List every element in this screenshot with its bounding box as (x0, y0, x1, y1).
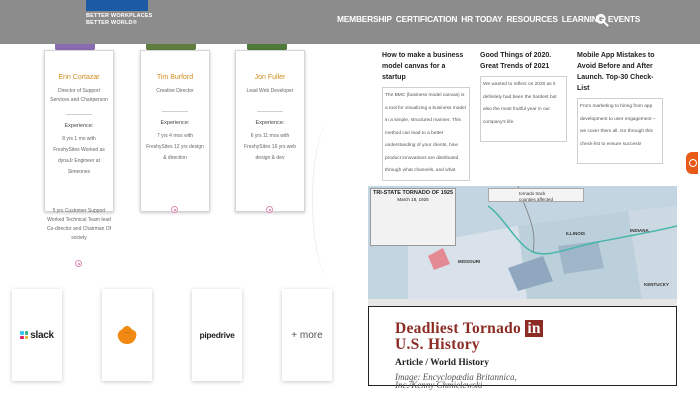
profile-divider (162, 111, 188, 112)
logo-mark (86, 0, 148, 11)
pipedrive-wordmark: pipedrive (199, 330, 235, 340)
tornado-map-image[interactable]: TRI-STATE TORNADO OF 1925 March 18, 1925… (368, 186, 677, 306)
partner-tile-slack[interactable]: slack (12, 289, 62, 381)
legend-counties-affected: counties affected (519, 197, 553, 202)
blog-card-trends[interactable]: Good Things of 2020. Great Trends of 202… (480, 50, 567, 142)
profile-divider (257, 111, 283, 112)
profile-experience-label: Experience: (255, 120, 285, 126)
article-title-part1: Deadliest Tornado (395, 320, 522, 337)
search-icon[interactable] (595, 13, 609, 27)
blog-card-title[interactable]: Mobile App Mistakes to Avoid Before and … (577, 50, 663, 94)
logo-tagline-2: BETTER WORLD® (86, 20, 137, 26)
map-table-subtitle: March 18, 1925 (397, 197, 429, 202)
map-caption-bar (368, 299, 677, 306)
orange-blob-icon (117, 326, 137, 344)
nav-certification[interactable]: CERTIFICATION (396, 14, 458, 24)
profile-role: Lead Web Developer (246, 88, 294, 94)
blog-card-title[interactable]: Good Things of 2020. Great Trends of 202… (480, 50, 567, 72)
map-table-title: TRI-STATE TORNADO OF 1925 (372, 190, 454, 196)
blog-card-bmc[interactable]: How to make a business model canvas for … (382, 50, 470, 181)
article-title-part2: U.S. History (395, 336, 480, 353)
article-credit-line2: Inc./Kenny Chmielewski (395, 380, 483, 390)
profile-name: Tim Burford (156, 74, 194, 81)
profile-card-jon[interactable]: Jon Fuller Lead Web Developer Experience… (235, 50, 305, 212)
profile-experience: 7 yrs 4 mos with FreshySites 12 yrs desi… (146, 133, 204, 161)
profile-experience: 6 yrs 11 mos with FreshySites 16 yrs web… (244, 133, 296, 161)
profile-experience-label: Experience: (64, 123, 94, 129)
map-state-illinois: ILLINOIS (566, 231, 585, 236)
profile-expand-dot[interactable] (171, 206, 178, 213)
profile-experience: 8 yrs 1 mo with FreshySites Worked as dy… (53, 136, 105, 175)
nav-resources[interactable]: RESOURCES (506, 14, 557, 24)
site-header: BETTER WORKPLACES BETTER WORLD® MEMBERSH… (0, 0, 700, 44)
nav-hr-today[interactable]: HR TODAY (461, 14, 502, 24)
nav-membership[interactable]: MEMBERSHIP (337, 14, 392, 24)
profile-experience-label: Experience: (160, 120, 190, 126)
partner-tile-pipedrive[interactable]: pipedrive (192, 289, 242, 381)
article-title-in: in (525, 320, 543, 337)
map-legend: tornado track counties affected (488, 188, 584, 202)
map-state-kentucky: KENTUCKY (644, 282, 670, 287)
blog-card-excerpt: From marketing to hiring from app develo… (577, 98, 663, 164)
article-title: Deadliest Tornado in U.S. History (395, 320, 543, 353)
logo-tagline-1: BETTER WORKPLACES (86, 13, 153, 19)
blog-card-title[interactable]: How to make a business model canvas for … (382, 50, 470, 83)
map-state-missouri: MISSOURI (458, 259, 481, 264)
more-label: + more (291, 329, 323, 341)
profile-role: Creative Director (156, 88, 194, 94)
article-category: Article / World History (395, 358, 490, 368)
partner-tile-orange[interactable] (102, 289, 152, 381)
article-card[interactable]: Deadliest Tornado in U.S. History Articl… (368, 306, 677, 390)
profile-divider (66, 114, 92, 115)
slack-icon (20, 331, 29, 339)
slack-wordmark: slack (30, 329, 54, 341)
article-credit: Image: Encyclopædia Britannica, Inc./Ken… (395, 373, 517, 390)
nav-events[interactable]: EVENTS (608, 14, 641, 24)
decorative-curve (312, 120, 352, 280)
profile-card-tim[interactable]: Tim Burford Creative Director Experience… (140, 50, 210, 212)
feedback-fab[interactable] (686, 152, 698, 174)
profile-experience-overflow: 5 yrs Customer Support Worked Technical … (46, 208, 112, 241)
blog-card-excerpt: The BMC (business model canvas) is a too… (382, 87, 470, 181)
blog-card-excerpt: We wanted to reflect on 2020 as it defin… (480, 76, 567, 142)
partner-tile-more[interactable]: + more (282, 289, 332, 381)
profile-expand-dot[interactable] (266, 206, 273, 213)
blog-card-mobile[interactable]: Mobile App Mistakes to Avoid Before and … (577, 50, 663, 164)
profile-role: Director of Support Services and Chairpe… (50, 88, 108, 103)
map-state-indiana: INDIANA (630, 228, 649, 233)
map-data-table: TRI-STATE TORNADO OF 1925 March 18, 1925 (370, 188, 456, 246)
profile-name: Erin Cortazar (58, 74, 100, 81)
shrm-logo[interactable]: BETTER WORKPLACES BETTER WORLD® (86, 0, 152, 32)
legend-tornado-track: tornado track (519, 191, 546, 196)
profile-expand-dot[interactable] (75, 260, 82, 267)
profile-name: Jon Fuller (254, 74, 286, 81)
profile-card-erin[interactable]: Erin Cortazar Director of Support Servic… (44, 50, 114, 212)
